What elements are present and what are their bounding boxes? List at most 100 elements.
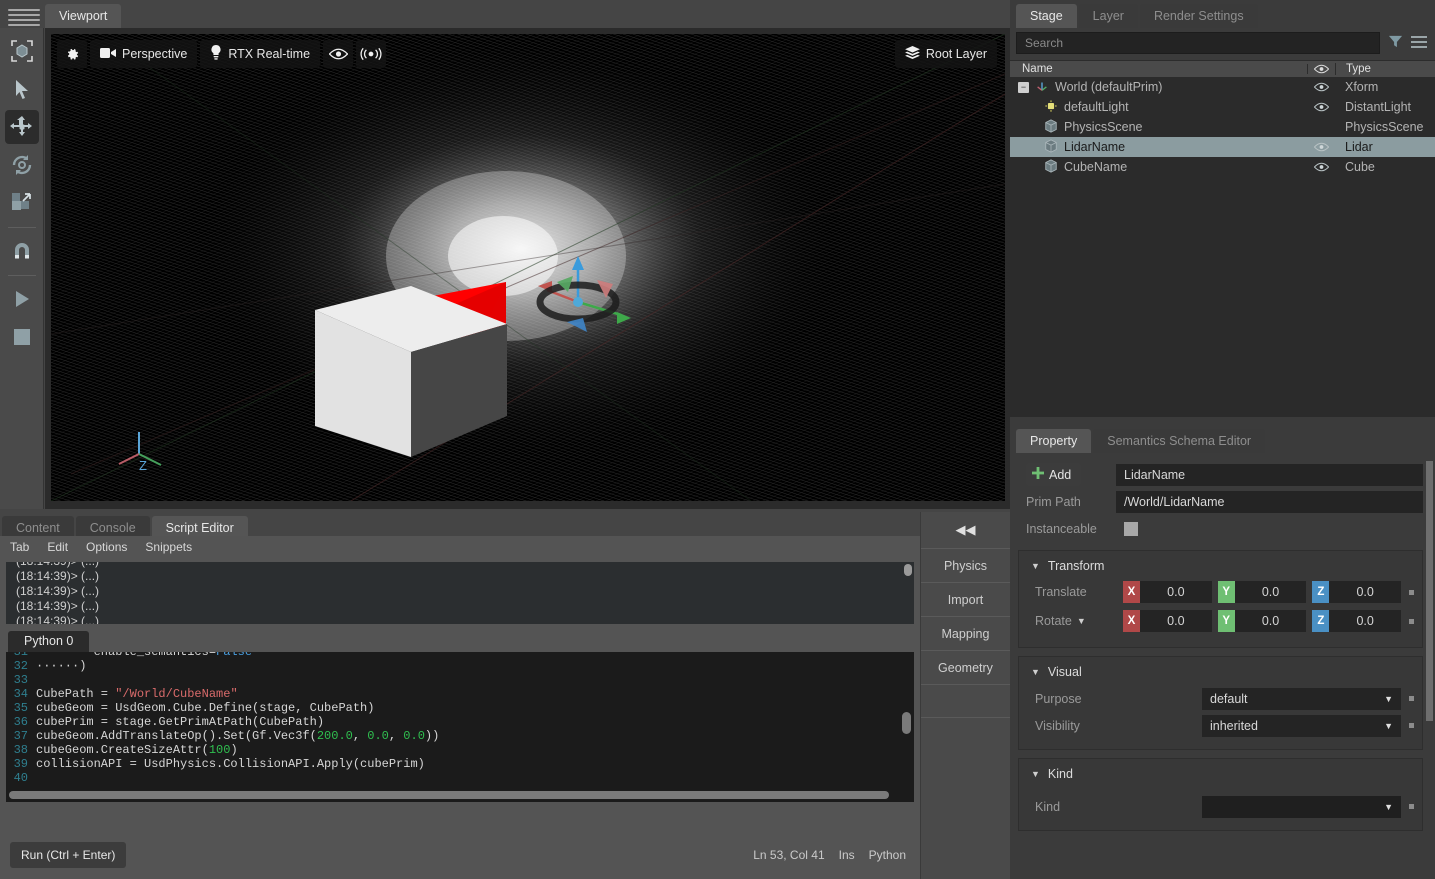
code-editor[interactable]: 31 enable_semantics=False32······)3334Cu… <box>6 652 914 802</box>
kind-section-header[interactable]: ▼ Kind <box>1027 765 1414 787</box>
property-scrollbar[interactable] <box>1426 461 1433 721</box>
scale-tool[interactable] <box>5 186 39 220</box>
editor-statusbar: Run (Ctrl + Enter) Ln 53, Col 41 Ins Pyt… <box>0 841 920 869</box>
axis-badge-z: Z <box>1312 610 1329 632</box>
translate-label: Translate <box>1027 585 1123 599</box>
gear-icon[interactable] <box>57 40 87 68</box>
purpose-select[interactable]: default ▼ <box>1202 688 1401 710</box>
translate-lock-icon[interactable] <box>1409 590 1414 595</box>
cursor-select-tool[interactable] <box>5 72 39 106</box>
menu-options[interactable]: Options <box>86 540 127 554</box>
purpose-lock-icon[interactable] <box>1409 696 1414 701</box>
rotate-z-value[interactable]: 0.0 <box>1329 610 1401 632</box>
visibility-label: Visibility <box>1027 719 1202 733</box>
sensor-waves-icon[interactable] <box>356 40 386 68</box>
visibility-value: inherited <box>1210 719 1258 733</box>
insert-mode: Ins <box>839 848 855 862</box>
translate-z-value[interactable]: 0.0 <box>1329 581 1401 603</box>
stage-row-physicsscene[interactable]: PhysicsScenePhysicsScene <box>1010 117 1435 137</box>
renderer-button[interactable]: RTX Real-time <box>200 40 320 68</box>
translate-x-value[interactable]: 0.0 <box>1140 581 1212 603</box>
magnet-icon[interactable] <box>5 234 39 268</box>
camera-perspective-button[interactable]: Perspective <box>90 40 197 68</box>
visibility-row: Visibility inherited ▼ <box>1027 712 1414 739</box>
menu-snippets[interactable]: Snippets <box>145 540 192 554</box>
rotate-tool[interactable] <box>5 148 39 182</box>
tab-semantics-schema-editor[interactable]: Semantics Schema Editor <box>1093 429 1265 453</box>
stage-row-cubename[interactable]: CubeNameCube <box>1010 157 1435 177</box>
search-input[interactable]: Search <box>1016 32 1380 54</box>
root-layer-button[interactable]: Root Layer <box>895 40 997 68</box>
hamburger-options-icon[interactable] <box>1411 35 1427 52</box>
transform-section-header[interactable]: ▼ Transform <box>1027 557 1414 579</box>
visual-section-header[interactable]: ▼ Visual <box>1027 663 1414 685</box>
menu-edit[interactable]: Edit <box>47 540 68 554</box>
add-button[interactable]: Add <box>1026 463 1081 486</box>
vtab-geometry[interactable]: Geometry <box>921 650 1010 684</box>
visibility-select[interactable]: inherited ▼ <box>1202 715 1401 737</box>
tab-python-0[interactable]: Python 0 <box>8 631 89 652</box>
visibility-toggle[interactable] <box>1307 102 1335 112</box>
stage-row-world-defaultprim[interactable]: −World (defaultPrim)Xform <box>1010 77 1435 97</box>
toolbar-divider-1 <box>8 227 36 228</box>
tab-stage[interactable]: Stage <box>1016 4 1077 28</box>
translate-y[interactable]: Y 0.0 <box>1218 581 1307 603</box>
rotate-x-value[interactable]: 0.0 <box>1140 610 1212 632</box>
filter-funnel-icon[interactable] <box>1388 34 1403 52</box>
move-tool[interactable] <box>5 110 39 144</box>
play-triangle-icon[interactable] <box>5 282 39 316</box>
prim-path-field[interactable]: /World/LidarName <box>1116 491 1423 513</box>
console-line: (18:14:39)> (...) <box>6 584 914 599</box>
run-button[interactable]: Run (Ctrl + Enter) <box>10 842 126 868</box>
stage-row-defaultlight[interactable]: defaultLightDistantLight <box>1010 97 1435 117</box>
prim-name-field[interactable]: LidarName <box>1116 464 1423 486</box>
tab-layer[interactable]: Layer <box>1079 4 1138 28</box>
translate-y-value[interactable]: 0.0 <box>1235 581 1307 603</box>
translate-x[interactable]: X 0.0 <box>1123 581 1212 603</box>
tab-render-settings[interactable]: Render Settings <box>1140 4 1258 28</box>
vtab-physics[interactable]: Physics <box>921 548 1010 582</box>
hamburger-menu-icon[interactable] <box>4 6 44 28</box>
instanceable-checkbox[interactable] <box>1124 522 1138 536</box>
rotate-lock-icon[interactable] <box>1409 619 1414 624</box>
double-chevron-left-icon[interactable]: ◀◀ <box>921 512 1010 548</box>
viewport-3d-canvas[interactable]: Z X Y Perspective <box>51 34 1005 501</box>
stop-square-icon[interactable] <box>5 320 39 354</box>
console-line: (18:14:39)> (...) <box>6 569 914 584</box>
script-editor-menubar: Tab Edit Options Snippets <box>0 536 920 558</box>
lightbulb-icon <box>210 45 222 63</box>
visibility-toggle[interactable] <box>1307 82 1335 92</box>
console-line: (18:14:39)> (...) <box>6 599 914 614</box>
visibility-lock-icon[interactable] <box>1409 723 1414 728</box>
eye-icon[interactable] <box>323 40 353 68</box>
kind-label: Kind <box>1027 800 1202 814</box>
tab-property[interactable]: Property <box>1016 429 1091 453</box>
layers-stack-icon <box>905 46 920 62</box>
vtab-mapping[interactable]: Mapping <box>921 616 1010 650</box>
axis-badge-z: Z <box>1312 581 1329 603</box>
kind-select[interactable]: ▼ <box>1202 796 1401 818</box>
translate-z[interactable]: Z 0.0 <box>1312 581 1401 603</box>
tree-expander[interactable]: − <box>1018 82 1029 93</box>
visibility-toggle[interactable] <box>1307 142 1335 152</box>
stage-row-lidarname[interactable]: LidarNameLidar <box>1010 137 1435 157</box>
rotate-y-value[interactable]: 0.0 <box>1235 610 1307 632</box>
select-bbox-tool[interactable] <box>5 34 39 68</box>
console-scrollbar[interactable] <box>904 564 912 576</box>
vtab-import[interactable]: Import <box>921 582 1010 616</box>
code-line: 36cubePrim = stage.GetPrimAtPath(CubePat… <box>6 715 914 729</box>
menu-tab[interactable]: Tab <box>10 540 29 554</box>
tab-viewport[interactable]: Viewport <box>45 4 121 28</box>
python-tabstrip: Python 0 <box>0 630 920 652</box>
rotate-y[interactable]: Y 0.0 <box>1218 610 1307 632</box>
editor-vertical-scrollbar[interactable] <box>902 712 911 734</box>
kind-lock-icon[interactable] <box>1409 804 1414 809</box>
visibility-toggle[interactable] <box>1307 162 1335 172</box>
rotate-order-chevron-icon[interactable]: ▼ <box>1077 616 1086 626</box>
stage-tree[interactable]: −World (defaultPrim)XformdefaultLightDis… <box>1010 77 1435 417</box>
rotate-z[interactable]: Z 0.0 <box>1312 610 1401 632</box>
rotate-x[interactable]: X 0.0 <box>1123 610 1212 632</box>
console-output[interactable]: (18:14:39)> (...) (18:14:39)> (...) (18:… <box>6 562 914 624</box>
axis-badge-y: Y <box>1218 610 1235 632</box>
editor-horizontal-scrollbar[interactable] <box>9 791 889 799</box>
